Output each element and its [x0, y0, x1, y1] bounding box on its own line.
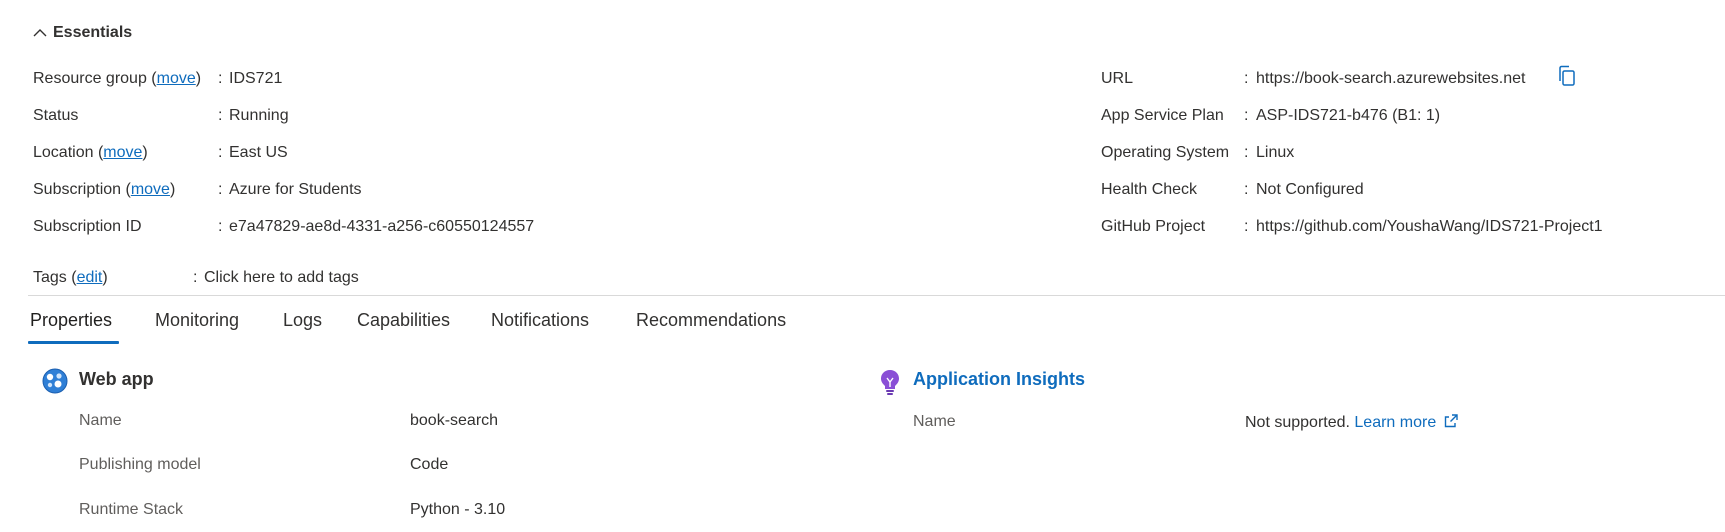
- tab-properties[interactable]: Properties: [30, 310, 112, 331]
- colon: :: [1244, 107, 1249, 124]
- runtime-stack-value: Python - 3.10: [410, 501, 506, 518]
- health-check-label: Health Check: [1101, 181, 1198, 198]
- github-project-value[interactable]: https://github.com/YoushaWang/IDS721-Pro…: [1256, 218, 1603, 236]
- app-service-plan-label: App Service Plan: [1101, 107, 1224, 124]
- label-text: ): [195, 70, 202, 87]
- tags-edit-link[interactable]: edit: [77, 269, 103, 286]
- add-tags-link[interactable]: Click here to add tags: [204, 269, 359, 287]
- publishing-model-label: Publishing model: [79, 456, 201, 473]
- colon: :: [218, 181, 223, 198]
- essentials-toggle[interactable]: Essentials: [33, 24, 132, 42]
- location-value: East US: [229, 144, 288, 161]
- app-insights-name-value: Not supported. Learn more: [1245, 413, 1459, 434]
- publishing-model-value: Code: [410, 456, 449, 473]
- colon: :: [1244, 70, 1249, 87]
- subscription-value[interactable]: Azure for Students: [229, 181, 362, 199]
- operating-system-value: Linux: [1256, 144, 1295, 161]
- github-project-label: GitHub Project: [1101, 218, 1206, 235]
- tab-recommendations[interactable]: Recommendations: [636, 310, 786, 331]
- colon: :: [193, 269, 198, 286]
- status-value: Running: [229, 107, 289, 124]
- label-text: ): [142, 144, 148, 161]
- resource-group-move-link[interactable]: move: [157, 70, 196, 87]
- divider: [28, 295, 1725, 296]
- location-label: Location (move): [33, 144, 148, 162]
- colon: :: [1244, 181, 1249, 198]
- web-app-icon: [42, 368, 68, 399]
- runtime-stack-label: Runtime Stack: [79, 501, 184, 518]
- web-app-name-value: book-search: [410, 412, 499, 429]
- subscription-move-link[interactable]: move: [131, 181, 170, 198]
- resource-group-label: Resource group (move): [33, 70, 201, 88]
- colon: :: [1244, 218, 1249, 235]
- subscription-label: Subscription (move): [33, 181, 175, 199]
- not-supported-text: Not supported.: [1245, 414, 1350, 431]
- app-service-plan-value[interactable]: ASP-IDS721-b476 (B1: 1): [1256, 107, 1440, 125]
- tags-label: Tags (edit): [33, 269, 108, 287]
- tab-capabilities[interactable]: Capabilities: [357, 310, 450, 331]
- label-text: ): [102, 269, 108, 286]
- web-app-name-label: Name: [79, 412, 122, 429]
- copy-icon[interactable]: [1558, 65, 1578, 92]
- tab-logs[interactable]: Logs: [283, 310, 322, 331]
- location-move-link[interactable]: move: [103, 144, 142, 161]
- tab-notifications[interactable]: Notifications: [491, 310, 589, 331]
- chevron-up-icon: [33, 28, 47, 38]
- colon: :: [218, 107, 223, 124]
- operating-system-label: Operating System: [1101, 144, 1230, 161]
- active-tab-indicator: [28, 341, 119, 344]
- subscription-id-value: e7a47829-ae8d-4331-a256-c60550124557: [229, 218, 535, 235]
- external-link-icon[interactable]: [1443, 413, 1459, 434]
- label-text: Subscription (: [33, 181, 131, 198]
- colon: :: [218, 218, 223, 235]
- learn-more-link[interactable]: Learn more: [1354, 414, 1436, 431]
- status-label: Status: [33, 107, 79, 124]
- resource-group-value[interactable]: IDS721: [229, 70, 282, 88]
- url-label: URL: [1101, 70, 1134, 87]
- colon: :: [1244, 144, 1249, 161]
- label-text: Tags (: [33, 269, 77, 286]
- app-insights-name-label: Name: [913, 413, 956, 430]
- colon: :: [218, 70, 223, 87]
- application-insights-link[interactable]: Application Insights: [913, 369, 1085, 390]
- tab-monitoring[interactable]: Monitoring: [155, 310, 239, 331]
- url-value[interactable]: https://book-search.azurewebsites.net: [1256, 70, 1525, 88]
- essentials-title: Essentials: [53, 24, 133, 41]
- application-insights-icon: [879, 368, 901, 401]
- subscription-id-label: Subscription ID: [33, 218, 142, 235]
- label-text: ): [169, 181, 176, 198]
- web-app-title: Web app: [79, 369, 154, 389]
- label-text: Location (: [33, 144, 104, 161]
- colon: :: [218, 144, 223, 161]
- label-text: Resource group (: [33, 70, 157, 87]
- health-check-value[interactable]: Not Configured: [1256, 181, 1364, 199]
